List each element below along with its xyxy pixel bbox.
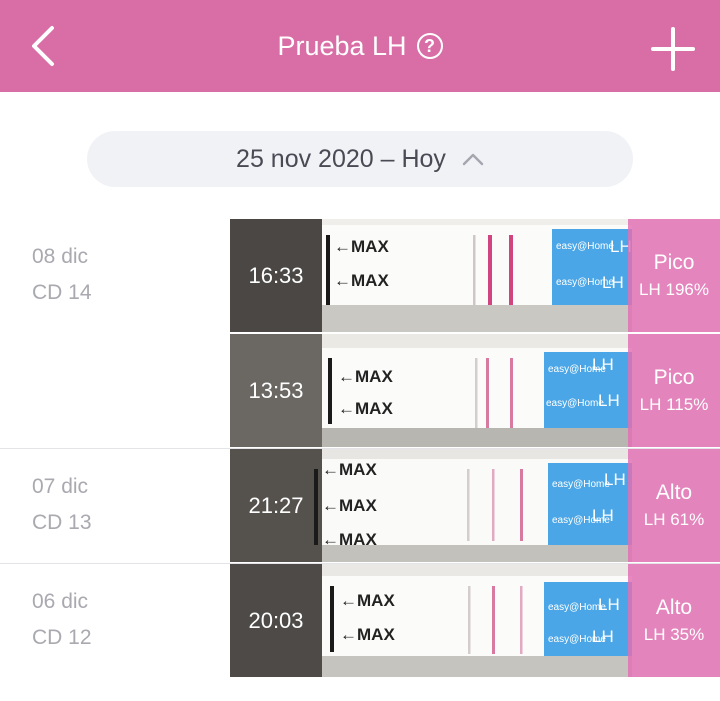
strip-max-mark-lower: ←MAX: [334, 271, 389, 290]
test-time: 16:33: [248, 262, 304, 288]
test-time: 20:03: [248, 607, 304, 633]
strip-lh-lower: LH: [602, 273, 624, 292]
day-group-2-label: 07 dic CD 13: [32, 469, 92, 541]
strip-lh-upper: LH: [598, 595, 620, 614]
day-date: 07 dic: [32, 475, 89, 498]
test-entry[interactable]: ←MAX ←MAX easy@Home LH easy@Home LH 20:0…: [230, 564, 720, 677]
day-group-3-label: 06 dic CD 12: [32, 584, 92, 656]
cycle-day: CD 13: [32, 511, 92, 534]
strip-max-mark-lower: ←MAX: [340, 625, 395, 644]
strip-max-mark-upper: ←MAX: [338, 367, 393, 386]
result-lh-percent: LH 115%: [639, 394, 709, 414]
strip-lh-upper: LH: [604, 470, 626, 489]
strip-lh-upper: LH: [592, 355, 614, 374]
result-badge: Alto LH 61%: [628, 449, 720, 562]
test-time: 21:27: [248, 492, 304, 518]
strip-max-mark-lower: ←MAX: [338, 399, 393, 418]
day-date: 08 dic: [32, 245, 89, 268]
strip-max-mark-middle: ←MAX: [322, 496, 377, 515]
strip-lh-lower: LH: [592, 506, 614, 525]
result-badge: Pico LH 196%: [628, 219, 720, 332]
test-entry[interactable]: ←MAX ←MAX ←MAX easy@Home LH easy@Home LH…: [230, 449, 720, 562]
cycle-day: CD 14: [32, 281, 92, 304]
plus-icon[interactable]: [650, 26, 696, 72]
strip-max-mark-upper: ←MAX: [322, 460, 377, 479]
strip-brand-lower: easy@Home: [546, 398, 604, 409]
cycle-day: CD 12: [32, 626, 92, 649]
strip-brand-upper: easy@Home: [556, 241, 614, 252]
strip-lh-lower: LH: [592, 627, 614, 646]
strip-max-mark-upper: ←MAX: [340, 591, 395, 610]
header-title-wrap: Prueba LH ?: [0, 0, 720, 92]
result-lh-percent: LH 196%: [639, 279, 709, 299]
strip-brand-upper: easy@Home: [552, 479, 610, 490]
date-range-label: 25 nov 2020 – Hoy: [236, 144, 446, 173]
result-level: Alto: [655, 480, 693, 504]
test-time: 13:53: [248, 377, 304, 403]
test-entry[interactable]: ←MAX ←MAX easy@Home LH easy@Home LH 16:3…: [230, 219, 720, 332]
day-group-1-label: 08 dic CD 14: [32, 239, 92, 311]
result-lh-percent: LH 61%: [643, 509, 705, 529]
date-range-selector[interactable]: 25 nov 2020 – Hoy: [87, 131, 633, 187]
result-level: Alto: [655, 595, 693, 619]
app-header: Prueba LH ?: [0, 0, 720, 92]
result-badge: Pico LH 115%: [628, 334, 720, 447]
day-date: 06 dic: [32, 590, 89, 613]
result-level: Pico: [653, 250, 695, 274]
strip-max-mark-lower: ←MAX: [322, 530, 377, 549]
question-circle-icon[interactable]: ?: [416, 33, 443, 59]
strip-max-mark-upper: ←MAX: [334, 237, 389, 256]
test-entry[interactable]: ←MAX ←MAX easy@Home LH easy@Home LH 13:5…: [230, 334, 720, 447]
chevron-up-icon: [462, 153, 484, 166]
strip-lh-lower: LH: [598, 391, 620, 410]
result-badge: Alto LH 35%: [628, 564, 720, 677]
page-title: Prueba LH: [277, 30, 407, 61]
result-level: Pico: [653, 365, 695, 389]
result-lh-percent: LH 35%: [643, 624, 705, 644]
